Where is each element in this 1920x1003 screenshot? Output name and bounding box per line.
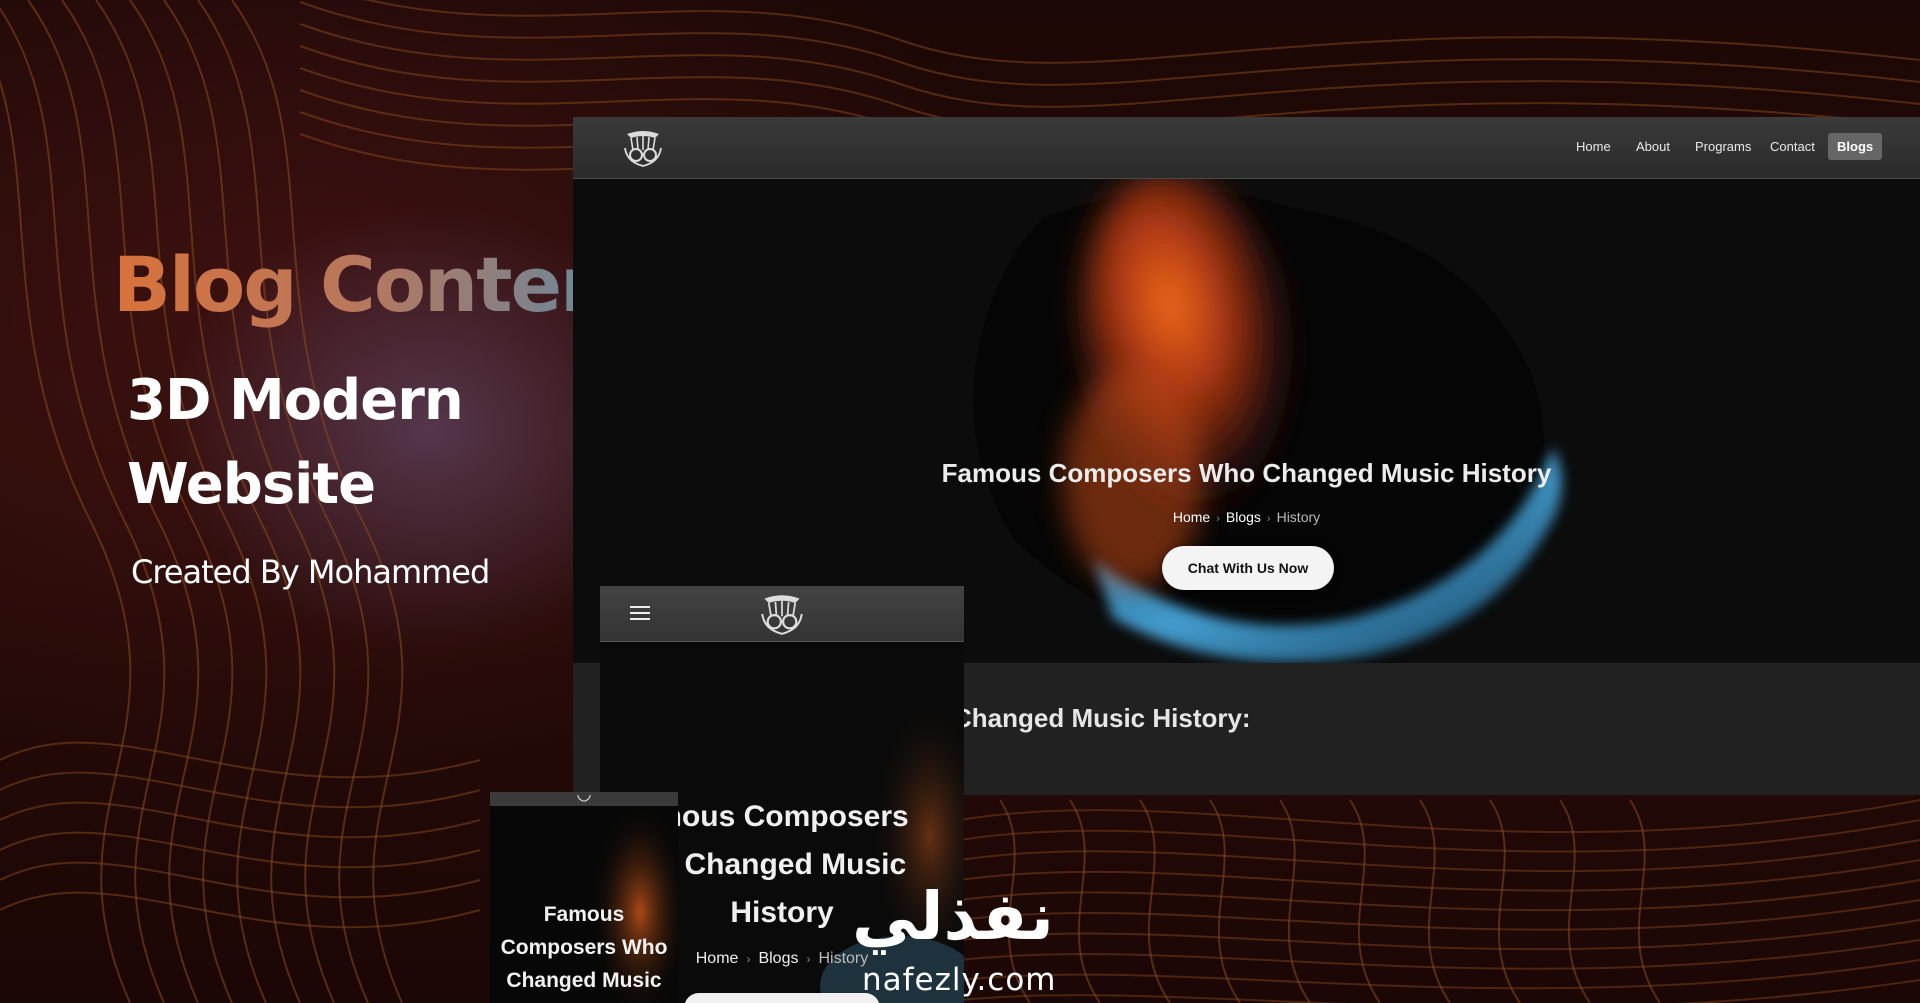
contour-line [1419, 799, 1451, 1003]
watermark-arabic: نفذلي [852, 878, 1054, 955]
tablet-navbar [600, 586, 964, 642]
promo-title: Blog Content [113, 240, 648, 329]
breadcrumb-home[interactable]: Home [1173, 509, 1210, 525]
contour-line [299, 1, 1920, 86]
phone-hero-title-line2: Composers Who [500, 936, 668, 959]
contour-line [1559, 799, 1591, 1003]
contour-line [299, 23, 1920, 108]
section-heading: Changed Music History: [953, 703, 1251, 733]
contour-line [959, 839, 1920, 873]
phone-mockup: Famous Composers Who Changed Music [490, 792, 678, 1003]
lyre-crest-logo-icon[interactable] [621, 128, 665, 168]
contour-line [959, 939, 1920, 970]
nav-home[interactable]: Home [1576, 139, 1611, 154]
watermark-url: nafezly.com [862, 962, 1057, 998]
contour-line [959, 899, 1920, 931]
chevron-right-icon: › [806, 952, 811, 966]
nav-blogs[interactable]: Blogs [1828, 133, 1883, 160]
promo-credit: Created By Mohammed [131, 553, 490, 591]
breadcrumb-blogs[interactable]: Blogs [758, 950, 798, 967]
desktop-navbar: Home About Programs Contact Blogs [573, 117, 1920, 179]
contour-line [1349, 799, 1381, 1003]
tablet-cta-button[interactable] [684, 993, 880, 1003]
breadcrumb-home[interactable]: Home [696, 950, 739, 967]
chevron-right-icon: › [1266, 513, 1271, 525]
promo-subtitle-line1: 3D Modern [127, 368, 464, 433]
contour-line [959, 819, 1920, 853]
lyre-crest-logo-icon[interactable] [757, 592, 807, 636]
contour-line [1139, 799, 1171, 1003]
hamburger-icon[interactable] [630, 606, 650, 620]
chevron-right-icon: › [1216, 513, 1220, 525]
chevron-right-icon: › [746, 952, 751, 966]
phone-hero-title-line3: Changed Music [506, 969, 662, 992]
desktop-hero-title: Famous Composers Who Changed Music Histo… [941, 458, 1552, 488]
contour-line [959, 799, 1920, 834]
contour-line [364, 0, 1920, 64]
lyre-crest-logo-icon[interactable] [569, 792, 599, 802]
breadcrumb-blogs[interactable]: Blogs [1226, 509, 1261, 525]
promo-subtitle-line2: Website [127, 452, 376, 517]
desktop-breadcrumb: Home › Blogs › History [573, 509, 1920, 525]
contour-line [959, 879, 1920, 912]
nav-contact[interactable]: Contact [1770, 139, 1815, 154]
nav-about[interactable]: About [1636, 139, 1670, 154]
phone-navbar [490, 792, 678, 806]
contour-line [959, 859, 1920, 892]
breadcrumb-current: History [1276, 509, 1321, 525]
phone-hero-title-line1: Famous [543, 903, 625, 926]
contour-line [1209, 799, 1241, 1003]
chat-with-us-button[interactable]: Chat With Us Now [1162, 546, 1334, 590]
nav-programs[interactable]: Programs [1695, 139, 1751, 154]
contour-line [959, 919, 1920, 951]
contour-line [0, 79, 132, 1003]
